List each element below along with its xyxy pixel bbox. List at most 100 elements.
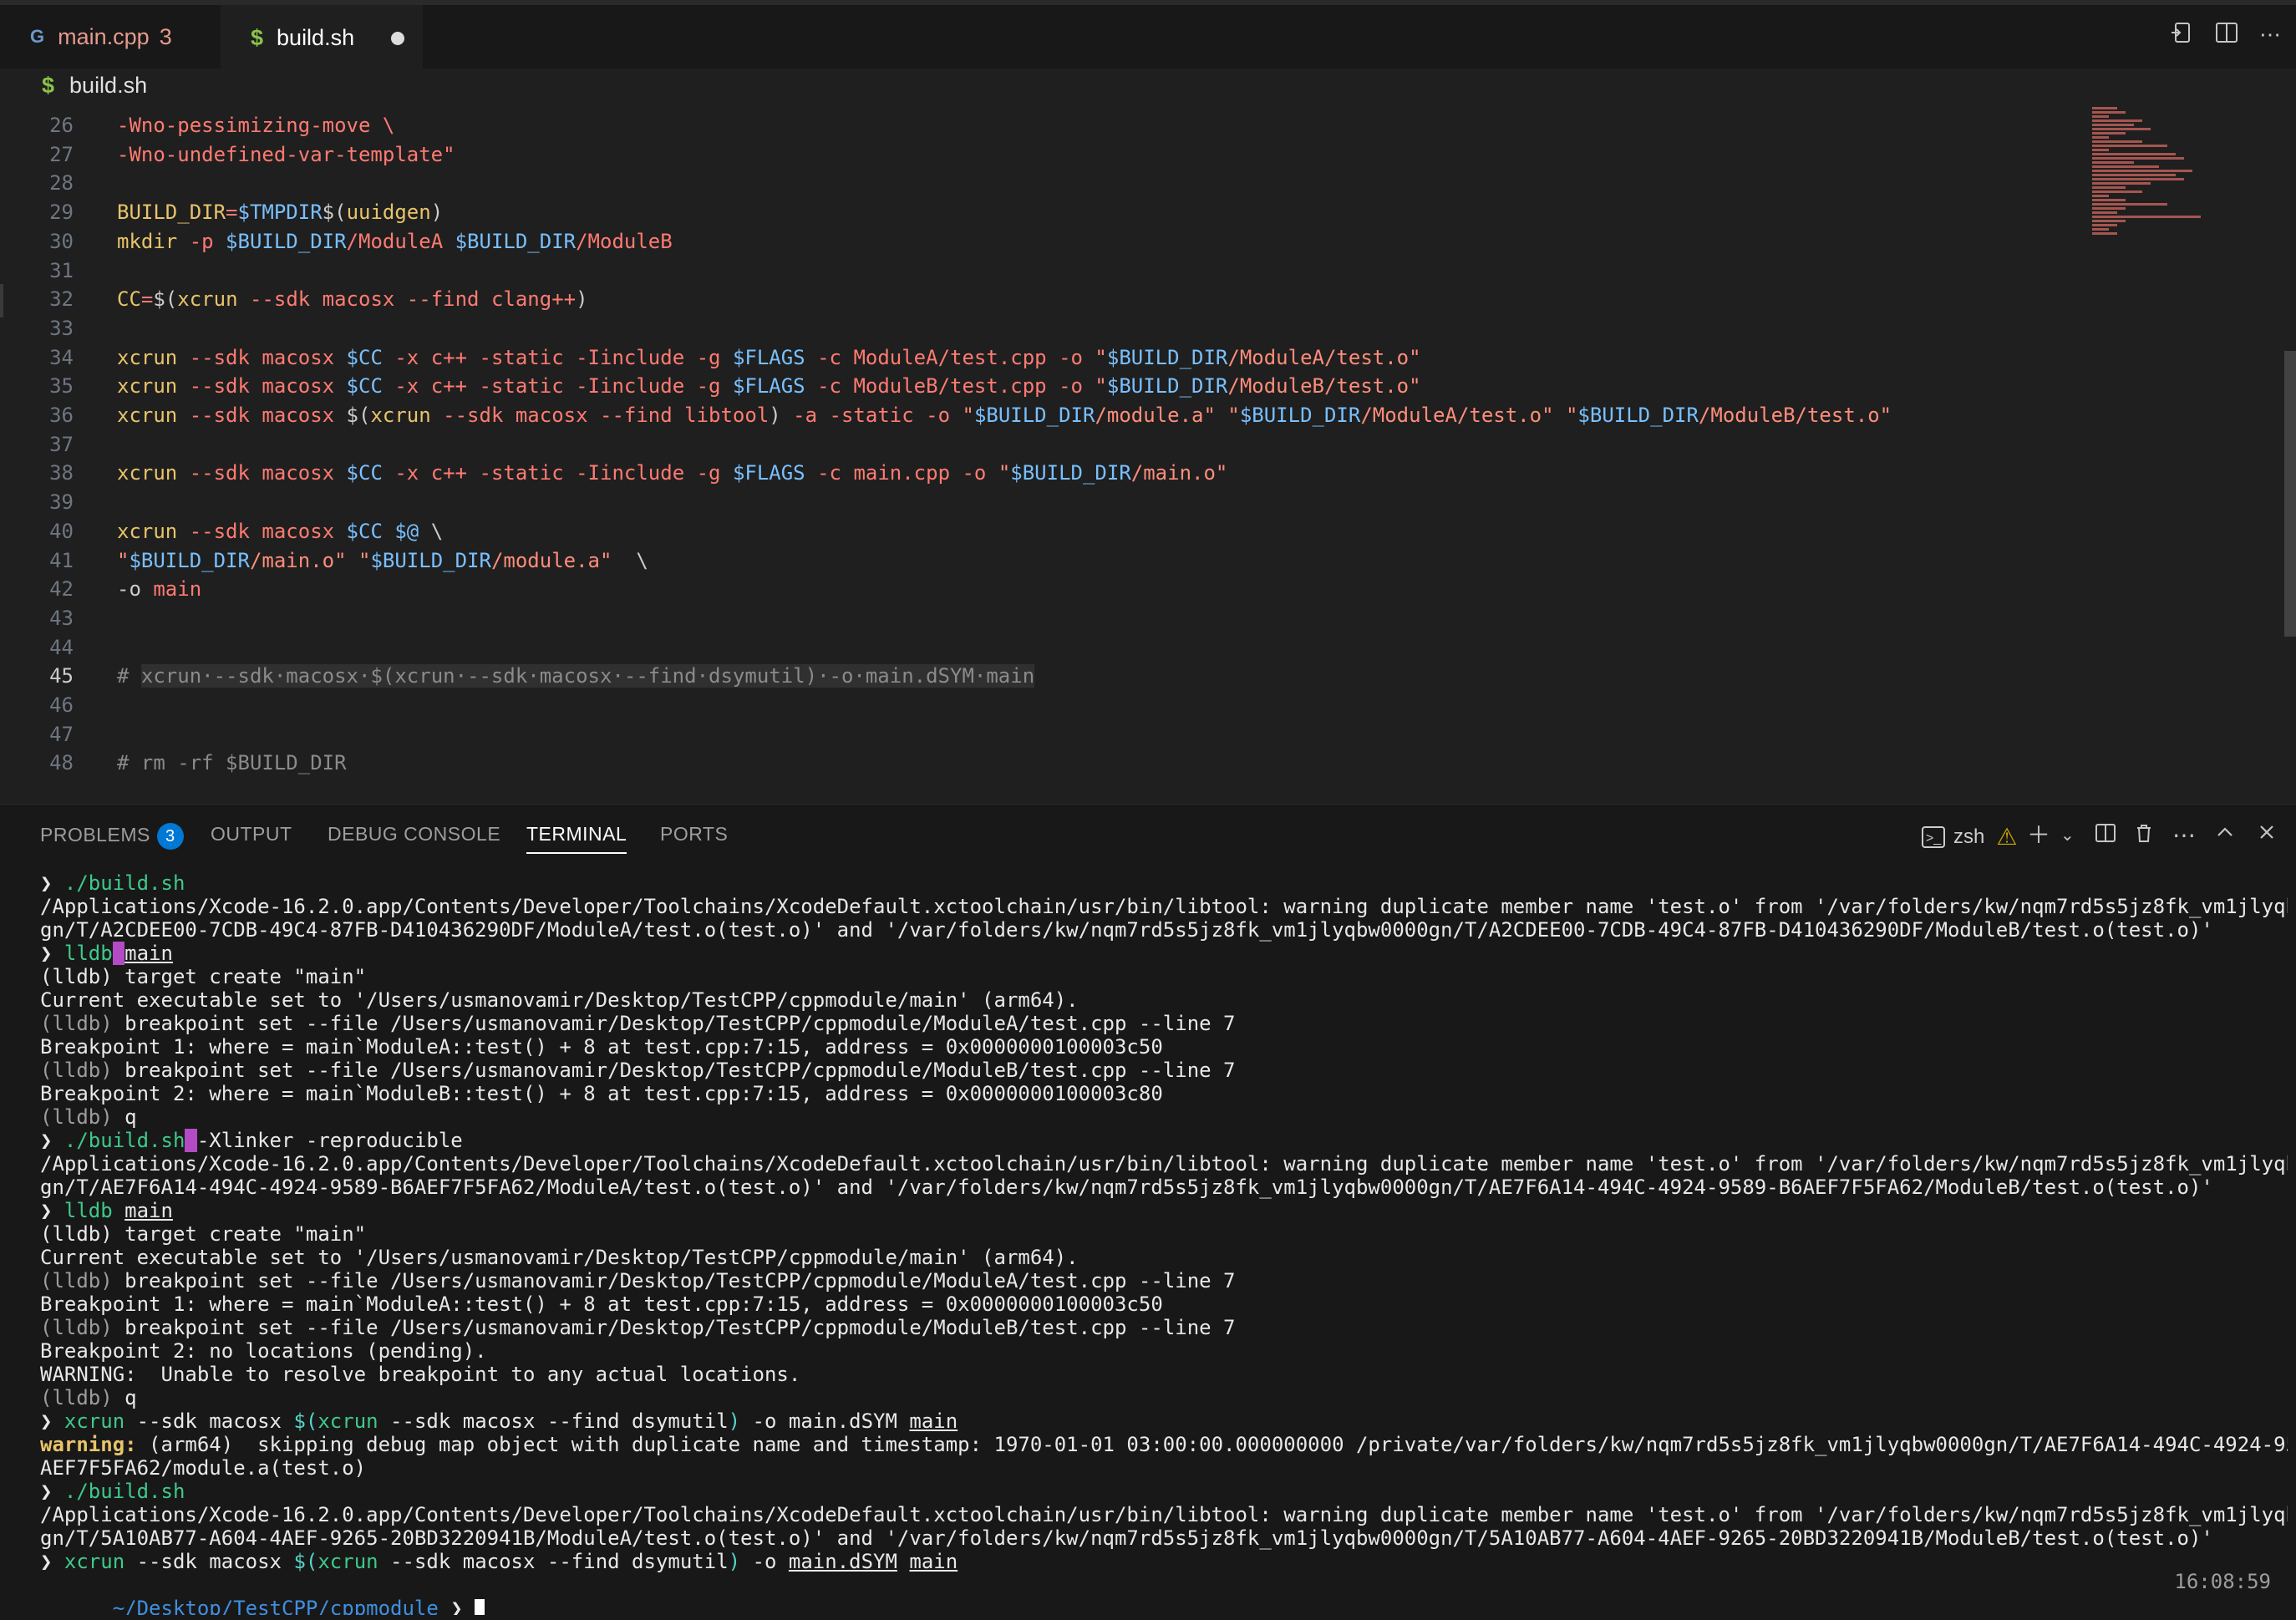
tab-ports[interactable]: PORTS [660, 823, 728, 846]
line-code: -Wno-undefined-var-template" [117, 140, 455, 170]
code-line[interactable]: 46 [0, 690, 2080, 720]
code-line[interactable]: 38 xcrun --sdk macosx $CC -x c++ -static … [0, 458, 2080, 488]
terminal-line: Current executable set to '/Users/usmano… [40, 988, 1079, 1012]
code-line[interactable]: 34 xcrun --sdk macosx $CC -x c++ -static … [0, 343, 2080, 373]
code-token: $BUILD_DIR [1010, 461, 1131, 485]
warning-icon[interactable]: ⚠ [1996, 823, 2017, 851]
new-terminal-icon[interactable]: ＋ [2027, 821, 2050, 850]
code-token: ) [769, 404, 781, 427]
code-line[interactable]: 48 # rm -rf $BUILD_DIR [0, 748, 2080, 778]
terminal-text: --sdk macosx --find dsymutil [378, 1409, 729, 1433]
more-icon[interactable]: ⋯ [2172, 821, 2196, 850]
terminal-text: q [124, 1386, 137, 1409]
cpp-file-icon: G [30, 26, 45, 47]
minimap-line [2092, 186, 2126, 189]
split-terminal-icon[interactable] [2094, 821, 2117, 851]
tab-debug-console[interactable]: DEBUG CONSOLE [328, 823, 500, 846]
line-number: 34 [49, 345, 74, 369]
code-line[interactable]: 45 # xcrun·--sdk·macosx·$(xcrun·--sdk·mac… [0, 661, 2080, 691]
open-changes-icon[interactable] [2167, 20, 2196, 48]
maximize-panel-icon[interactable] [2214, 821, 2236, 850]
code-line[interactable]: 28 [0, 168, 2080, 198]
minimap-line [2092, 232, 2117, 235]
code-token: xcrun·--sdk·macosx·$(xcrun·--sdk·macosx·… [140, 664, 1035, 688]
code-line[interactable]: 42 -o main [0, 574, 2080, 604]
terminal-line: ❯ lldb main [40, 942, 173, 965]
terminal-line: (lldb) q [40, 1386, 137, 1409]
tab-build-sh[interactable]: $ build.sh [221, 5, 423, 69]
close-panel-icon[interactable] [2256, 821, 2278, 850]
code-line[interactable]: 40 xcrun --sdk macosx $CC $@ \ [0, 516, 2080, 546]
more-actions-icon[interactable]: ⋯ [2256, 20, 2284, 48]
terminal-text: breakpoint set --file /Users/usmanovamir… [124, 1269, 1236, 1292]
code-token: -x c++ -static -Iinclude -g [382, 345, 733, 369]
terminal-text: (lldb) [40, 1059, 125, 1082]
terminal-text: xcrun [317, 1409, 378, 1433]
line-code: xcrun --sdk macosx $CC -x c++ -static -I… [117, 343, 1421, 373]
terminal-text: Breakpoint 2: where = main`ModuleB::test… [40, 1082, 1163, 1105]
terminal-selector[interactable]: >_ zsh ⚠ [1922, 823, 2017, 851]
line-code: # rm -rf $BUILD_DIR [117, 748, 347, 778]
code-line[interactable]: 47 [0, 719, 2080, 749]
code-line[interactable]: 30 mkdir -p $BUILD_DIR/ModuleA $BUILD_DIR… [0, 226, 2080, 256]
tab-main-cpp[interactable]: G main.cpp 3 [0, 5, 219, 69]
terminal-line: ❯ ./build.sh [40, 871, 185, 895]
line-code: # xcrun·--sdk·macosx·$(xcrun·--sdk·macos… [117, 661, 1035, 691]
terminal-prompt[interactable]: ~/Desktop/TestCPP/cppmodule ❯ [40, 1573, 485, 1615]
code-line[interactable]: 41 "$BUILD_DIR/main.o" "$BUILD_DIR/module… [0, 546, 2080, 576]
trash-icon[interactable] [2132, 821, 2156, 851]
unsaved-dot-icon[interactable] [391, 32, 404, 45]
code-line[interactable]: 35 xcrun --sdk macosx $CC -x c++ -static … [0, 371, 2080, 401]
terminal-line: Breakpoint 1: where = main`ModuleA::test… [40, 1292, 1163, 1316]
code-line[interactable]: 37 [0, 429, 2080, 460]
line-code: mkdir -p $BUILD_DIR/ModuleA $BUILD_DIR/M… [117, 226, 673, 256]
code-editor[interactable]: 26 -Wno-pessimizing-move \ 27 -Wno-undefine… [0, 104, 2296, 804]
code-line[interactable]: 32 CC=$(xcrun --sdk macosx --find clang++… [0, 284, 2080, 314]
terminal-output[interactable]: ❯ ./build.sh/Applications/Xcode-16.2.0.a… [40, 871, 2288, 1615]
minimap-line [2092, 128, 2151, 130]
minimap-line [2092, 178, 2184, 180]
line-code: -o main [117, 574, 201, 604]
terminal-text: main [124, 1199, 173, 1222]
breadcrumb-file[interactable]: build.sh [69, 73, 147, 99]
line-number: 47 [49, 722, 74, 746]
code-token: uuidgen [346, 201, 431, 225]
code-line[interactable]: 27 -Wno-undefined-var-template" [0, 140, 2080, 170]
code-token: -c ModuleB/test.cpp -o [805, 374, 1095, 399]
code-line[interactable]: 31 [0, 256, 2080, 286]
terminal-text: -o [740, 1550, 789, 1573]
code-token: xcrun [117, 404, 178, 427]
tab-output[interactable]: OUTPUT [211, 823, 292, 846]
minimap-line [2092, 220, 2126, 222]
minimap[interactable] [2085, 104, 2294, 804]
terminal-line: /Applications/Xcode-16.2.0.app/Contents/… [40, 1152, 2288, 1176]
prompt-symbol: ❯ [450, 1597, 463, 1615]
terminal-text: xcrun [317, 1550, 378, 1573]
code-token: $FLAGS [732, 345, 805, 369]
code-token: " [1095, 374, 1107, 399]
code-line[interactable]: 39 [0, 487, 2080, 517]
code-line[interactable]: 29 BUILD_DIR=$TMPDIR$(uuidgen) [0, 197, 2080, 227]
terminal-text: WARNING: Unable to resolve breakpoint to… [40, 1363, 801, 1386]
tab-terminal[interactable]: TERMINAL [526, 823, 627, 854]
line-number: 27 [49, 142, 74, 166]
code-line[interactable]: 44 [0, 632, 2080, 663]
line-code: xcrun --sdk macosx $(xcrun --sdk macosx … [117, 400, 1892, 430]
terminal-text: $( [293, 1550, 318, 1573]
terminal-text: ❯ [40, 1199, 64, 1222]
code-token: xcrun [117, 374, 178, 399]
line-number: 44 [49, 635, 74, 659]
code-line[interactable]: 43 [0, 603, 2080, 633]
code-line[interactable]: 33 [0, 313, 2080, 343]
code-token: $CC [346, 345, 383, 369]
code-line[interactable]: 26 -Wno-pessimizing-move \ [0, 110, 2080, 140]
shell-file-icon: $ [251, 24, 264, 50]
split-editor-icon[interactable] [2212, 20, 2241, 48]
code-line[interactable]: 36 xcrun --sdk macosx $(xcrun --sdk macos… [0, 400, 2080, 430]
terminal-line: ❯ ./build.sh -Xlinker -reproducible [40, 1129, 463, 1152]
editor-sash[interactable] [0, 284, 3, 317]
chevron-down-icon[interactable]: ⌄ [2060, 821, 2075, 850]
editor-scrollbar[interactable] [2284, 351, 2296, 637]
tab-problems[interactable]: PROBLEMS 3 [40, 823, 184, 850]
